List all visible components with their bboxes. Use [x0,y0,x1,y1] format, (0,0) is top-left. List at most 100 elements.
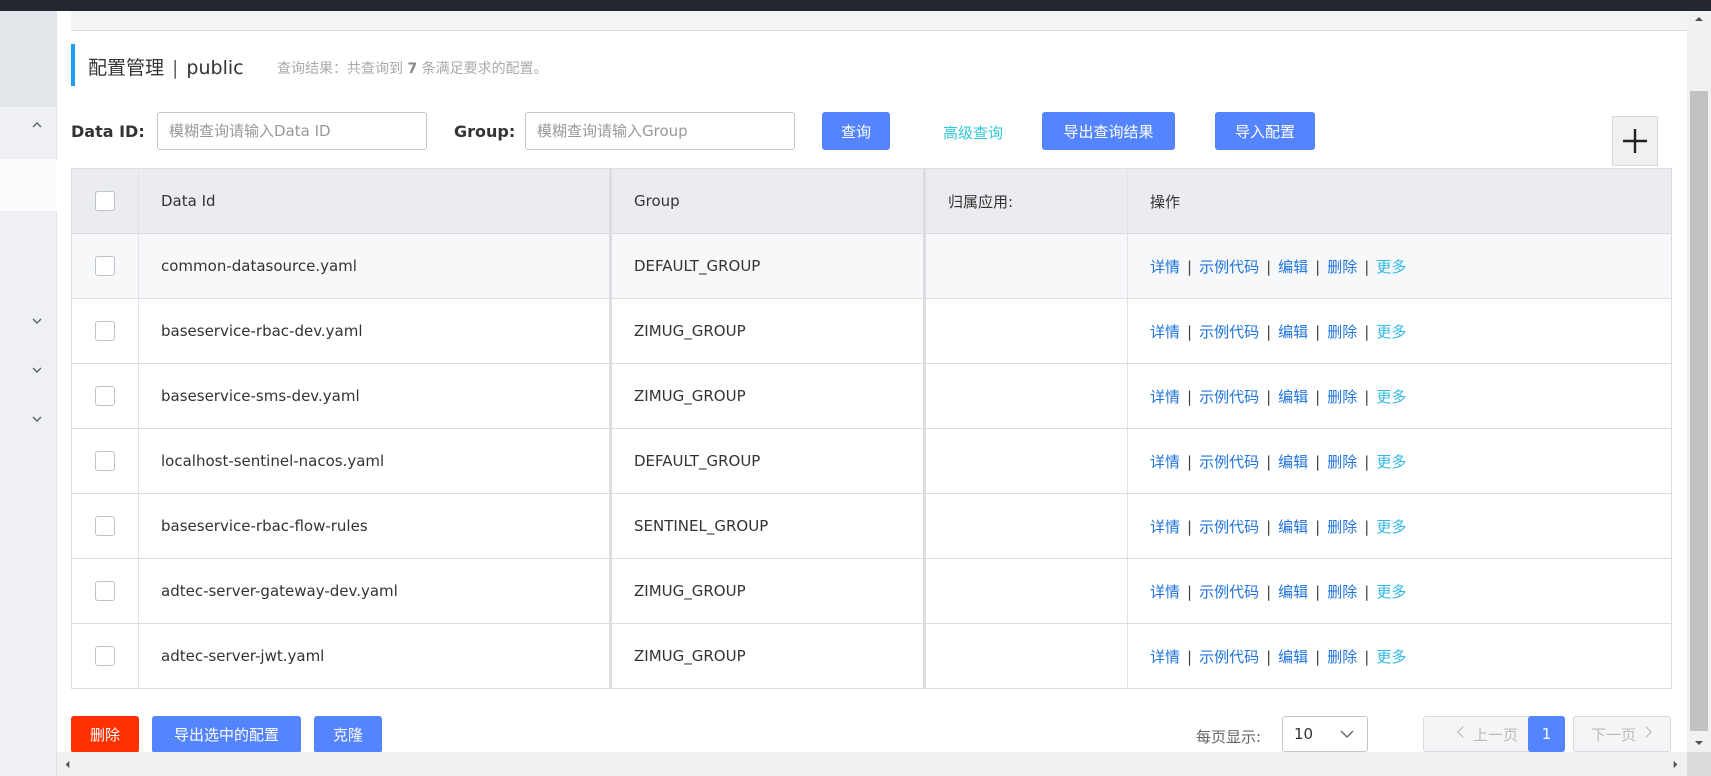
row-checkbox[interactable] [95,646,115,666]
edit-link[interactable]: 编辑 [1278,388,1308,406]
action-separator: | [1364,582,1370,601]
action-separator: | [1266,322,1272,341]
column-header-group[interactable]: Group [610,168,926,234]
sample-code-link[interactable]: 示例代码 [1199,388,1259,406]
edit-link[interactable]: 编辑 [1278,518,1308,536]
action-separator: | [1187,387,1193,406]
more-link[interactable]: 更多 [1376,258,1406,276]
action-separator: | [1187,452,1193,471]
column-header-app[interactable]: 归属应用: [924,168,1128,234]
scroll-right-icon[interactable] [1671,760,1680,769]
group-input[interactable] [525,112,795,150]
action-separator: | [1315,387,1321,406]
action-separator: | [1315,647,1321,666]
more-link[interactable]: 更多 [1376,583,1406,601]
delete-link[interactable]: 删除 [1327,323,1357,341]
chevron-down-icon[interactable] [30,363,44,377]
delete-link[interactable]: 删除 [1327,583,1357,601]
export-results-button[interactable]: 导出查询结果 [1042,112,1175,150]
page-title-text: 配置管理 [88,57,165,79]
query-button[interactable]: 查询 [822,112,890,150]
action-separator: | [1266,647,1272,666]
scroll-up-icon[interactable] [1694,14,1704,24]
clone-button[interactable]: 克隆 [314,716,382,752]
action-separator: | [1364,647,1370,666]
sample-code-link[interactable]: 示例代码 [1199,648,1259,666]
detail-link[interactable]: 详情 [1150,648,1180,666]
chevron-left-icon [1456,725,1465,743]
config-table: Data Id Group 归属应用: 操作 common-datasource… [71,168,1672,689]
detail-link[interactable]: 详情 [1150,323,1180,341]
advanced-query-link[interactable]: 高级查询 [943,122,1003,143]
delete-link[interactable]: 删除 [1327,388,1357,406]
row-checkbox[interactable] [95,321,115,341]
namespace-name: public [186,57,244,79]
page-title: 配置管理 | public [88,53,244,80]
more-link[interactable]: 更多 [1376,323,1406,341]
result-count: 7 [407,61,418,77]
sample-code-link[interactable]: 示例代码 [1199,453,1259,471]
delete-link[interactable]: 删除 [1327,453,1357,471]
row-checkbox[interactable] [95,581,115,601]
action-separator: | [1187,582,1193,601]
chevron-up-icon[interactable] [30,118,44,132]
sample-code-link[interactable]: 示例代码 [1199,258,1259,276]
sidebar-item-active[interactable] [0,159,57,211]
app-cell [924,623,1128,689]
row-checkbox[interactable] [95,386,115,406]
row-checkbox[interactable] [95,516,115,536]
data-id-cell: baseservice-rbac-dev.yaml [138,298,612,364]
edit-link[interactable]: 编辑 [1278,648,1308,666]
delete-link[interactable]: 删除 [1327,518,1357,536]
select-all-cell [71,168,139,234]
detail-link[interactable]: 详情 [1150,583,1180,601]
edit-link[interactable]: 编辑 [1278,583,1308,601]
vertical-scrollbar[interactable] [1687,11,1711,752]
sample-code-link[interactable]: 示例代码 [1199,583,1259,601]
more-link[interactable]: 更多 [1376,388,1406,406]
more-link[interactable]: 更多 [1376,648,1406,666]
scroll-left-icon[interactable] [63,760,72,769]
query-result-summary: 查询结果：共查询到 7 条满足要求的配置。 [277,58,548,78]
column-header-data-id[interactable]: Data Id [138,168,612,234]
detail-link[interactable]: 详情 [1150,258,1180,276]
row-checkbox[interactable] [95,256,115,276]
action-separator: | [1187,517,1193,536]
edit-link[interactable]: 编辑 [1278,453,1308,471]
page-size-label: 每页显示: [1196,728,1262,746]
group-label: Group: [454,122,516,141]
chevron-down-icon[interactable] [30,412,44,426]
chevron-down-icon[interactable] [30,314,44,328]
import-config-button[interactable]: 导入配置 [1215,112,1315,150]
more-link[interactable]: 更多 [1376,518,1406,536]
export-selected-button[interactable]: 导出选中的配置 [152,716,301,752]
edit-link[interactable]: 编辑 [1278,258,1308,276]
page-size-select[interactable]: 10 [1282,716,1368,752]
current-page-button[interactable]: 1 [1528,716,1565,752]
action-separator: | [1364,452,1370,471]
detail-link[interactable]: 详情 [1150,388,1180,406]
delete-link[interactable]: 删除 [1327,258,1357,276]
detail-link[interactable]: 详情 [1150,518,1180,536]
horizontal-scrollbar[interactable] [57,752,1687,776]
next-page-button[interactable]: 下一页 [1573,716,1671,752]
table-row: baseservice-rbac-flow-rules SENTINEL_GROU… [71,493,1672,559]
detail-link[interactable]: 详情 [1150,453,1180,471]
scroll-down-icon[interactable] [1694,738,1704,748]
data-id-cell: baseservice-sms-dev.yaml [138,363,612,429]
data-id-input[interactable] [157,112,427,150]
scrollbar-thumb[interactable] [1690,91,1708,731]
sidebar-header [0,11,57,107]
delete-link[interactable]: 删除 [1327,648,1357,666]
plus-icon[interactable] [1612,116,1658,166]
row-checkbox[interactable] [95,451,115,471]
sample-code-link[interactable]: 示例代码 [1199,323,1259,341]
data-id-cell: common-datasource.yaml [138,233,612,299]
more-link[interactable]: 更多 [1376,453,1406,471]
row-select-cell [71,298,139,364]
delete-selected-button[interactable]: 删除 [71,716,139,752]
sample-code-link[interactable]: 示例代码 [1199,518,1259,536]
edit-link[interactable]: 编辑 [1278,323,1308,341]
select-all-checkbox[interactable] [95,191,115,211]
actions-cell: 详情 | 示例代码 | 编辑 | 删除 | 更多 [1127,623,1672,689]
